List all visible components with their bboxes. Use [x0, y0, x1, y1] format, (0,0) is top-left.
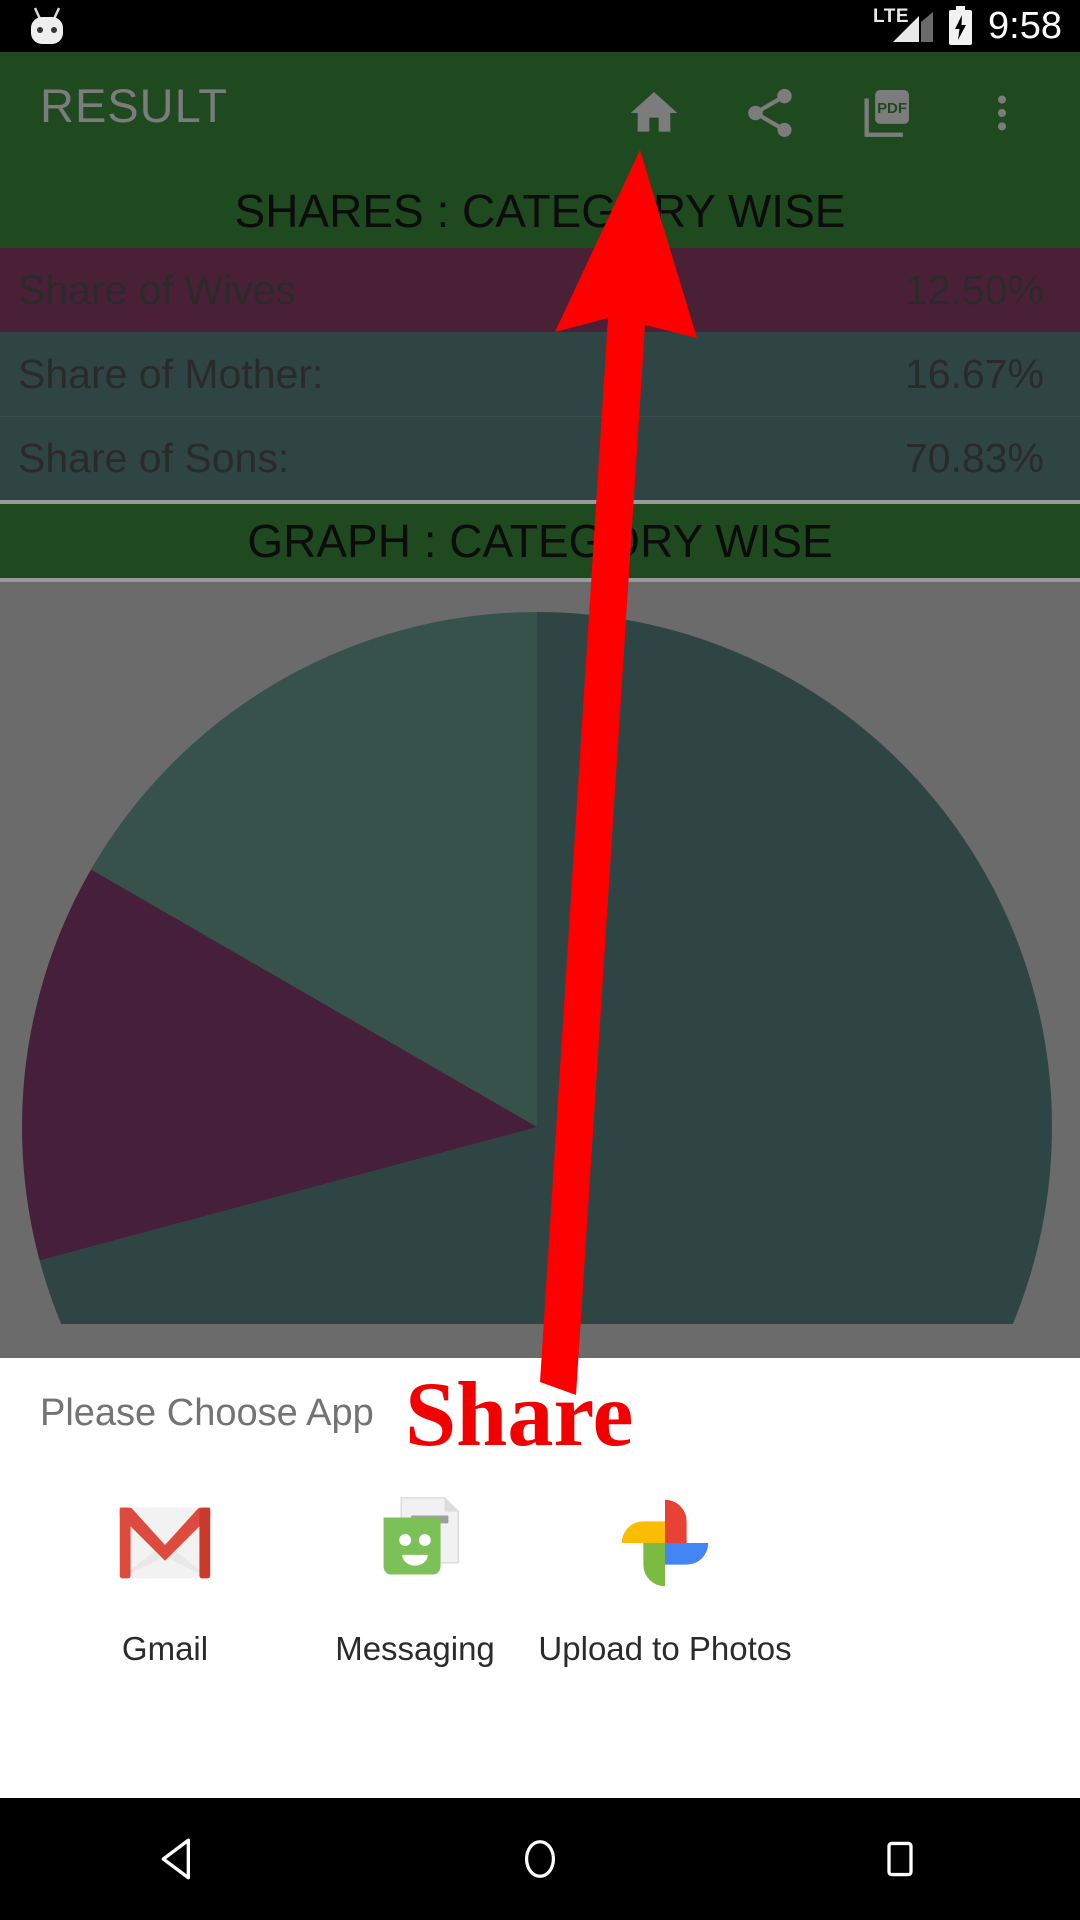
- share-target-messaging[interactable]: Messaging: [290, 1486, 540, 1668]
- share-annotation-label: Share: [405, 1363, 634, 1465]
- share-target-gmail[interactable]: Gmail: [40, 1486, 290, 1668]
- app-bar-actions: PDF: [596, 52, 1060, 174]
- recents-button[interactable]: [810, 1798, 990, 1920]
- status-icons: LTE 9:58: [873, 0, 1062, 52]
- back-triangle-icon: [161, 1838, 190, 1880]
- table-row: Share of Sons: 70.83%: [0, 416, 1080, 500]
- home-action-button[interactable]: [596, 52, 712, 174]
- share-value: 12.50%: [904, 266, 1044, 313]
- share-icon: [748, 88, 792, 137]
- share-label: Share of Wives: [18, 266, 296, 313]
- pdf-icon: PDF: [864, 90, 909, 137]
- pie-chart-area: [0, 582, 1080, 1324]
- app-label: Upload to Photos: [538, 1630, 792, 1667]
- google-photos-icon: [606, 1486, 724, 1604]
- status-bar: LTE 9:58: [0, 0, 1080, 52]
- home-icon: [630, 92, 678, 132]
- clock: 9:58: [988, 5, 1062, 47]
- share-value: 70.83%: [904, 435, 1044, 481]
- shares-section-header: SHARES : CATEGORY WISE: [0, 174, 1080, 248]
- home-button[interactable]: [450, 1798, 630, 1920]
- share-label: Share of Sons:: [18, 435, 290, 481]
- network-indicator: LTE: [873, 6, 934, 46]
- shares-header-text: SHARES : CATEGORY WISE: [234, 185, 846, 237]
- pdf-action-button[interactable]: PDF: [828, 52, 944, 174]
- graph-section-header: GRAPH : CATEGORY WISE: [0, 504, 1080, 578]
- app-chooser-list: Gmail Messaging Upload to Photos: [0, 1486, 1080, 1668]
- share-action-button[interactable]: [712, 52, 828, 174]
- battery-charging-icon: [949, 6, 973, 45]
- result-content: SHARES : CATEGORY WISE Share of Wives 12…: [0, 174, 1080, 1358]
- share-chooser-dialog: Please Choose App Share Gmail Messaging …: [0, 1358, 1080, 1798]
- app-label: Gmail: [121, 1630, 209, 1667]
- share-target-photos[interactable]: Upload to Photos: [538, 1486, 792, 1668]
- page-title: RESULT: [40, 79, 228, 132]
- share-value: 16.67%: [904, 350, 1044, 397]
- signal-icon: [893, 12, 934, 42]
- system-navigation-bar: [0, 1798, 1080, 1920]
- graph-header-text: GRAPH : CATEGORY WISE: [247, 515, 833, 567]
- table-row: Share of Mother: 16.67%: [0, 332, 1080, 416]
- gmail-icon: [106, 1486, 224, 1604]
- home-circle-icon: [524, 1840, 556, 1878]
- pie-chart: [22, 612, 1052, 1324]
- app-label: Messaging: [335, 1630, 495, 1667]
- recents-square-icon: [887, 1841, 913, 1877]
- overflow-menu-button[interactable]: [944, 52, 1060, 174]
- share-label: Share of Mother:: [18, 350, 324, 397]
- table-row: Share of Wives 12.50%: [0, 248, 1080, 332]
- back-button[interactable]: [90, 1798, 270, 1920]
- svg-text:PDF: PDF: [877, 100, 907, 117]
- app-bar: RESULT PDF: [0, 52, 1080, 174]
- overflow-menu-icon: [997, 95, 1007, 131]
- android-head-icon: [31, 7, 63, 44]
- dialog-title: Please Choose App: [40, 1392, 374, 1434]
- messaging-icon: [356, 1486, 474, 1604]
